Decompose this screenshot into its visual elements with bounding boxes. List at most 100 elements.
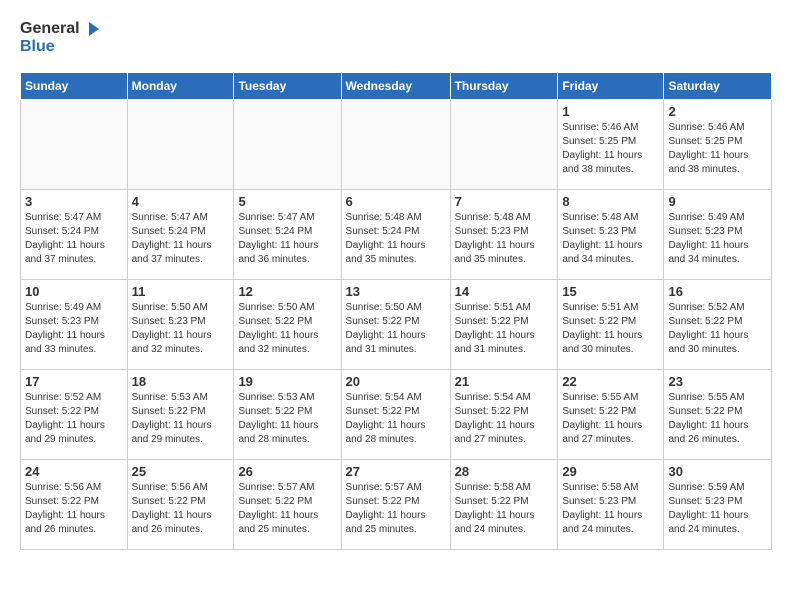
day-number: 1 — [562, 104, 659, 119]
day-info: Sunrise: 5:46 AM Sunset: 5:25 PM Dayligh… — [562, 121, 659, 177]
day-info: Sunrise: 5:50 AM Sunset: 5:23 PM Dayligh… — [132, 301, 230, 357]
day-number: 15 — [562, 284, 659, 299]
calendar-cell: 17Sunrise: 5:52 AM Sunset: 5:22 PM Dayli… — [21, 369, 128, 459]
calendar-cell: 13 Sunrise: 5:50 AM Sunset: 5:22 PM Dayli… — [341, 279, 450, 369]
logo-blue: Blue — [20, 38, 55, 56]
day-info: Sunrise: 5:51 AM Sunset: 5:22 PM Dayligh… — [562, 301, 659, 357]
day-info: Sunrise: 5:58 AM Sunset: 5:22 PM Dayligh… — [455, 481, 554, 537]
calendar-cell: 29 Sunrise: 5:58 AM Sunset: 5:23 PM Dayli… — [558, 459, 664, 549]
day-number: 6 — [346, 194, 446, 209]
calendar-cell: 26 Sunrise: 5:57 AM Sunset: 5:22 PM Dayli… — [234, 459, 341, 549]
logo-arrow-icon — [83, 20, 101, 38]
day-number: 23 — [668, 374, 767, 389]
calendar-cell — [450, 99, 558, 189]
day-info: Sunrise: 5:49 AM Sunset: 5:23 PM Dayligh… — [668, 211, 767, 267]
day-info: Sunrise: 5:48 AM Sunset: 5:24 PM Dayligh… — [346, 211, 446, 267]
day-number: 10 — [25, 284, 123, 299]
day-info: Sunrise: 5:46 AM Sunset: 5:25 PM Dayligh… — [668, 121, 767, 177]
weekday-header-monday: Monday — [127, 72, 234, 99]
day-info: Sunrise: 5:55 AM Sunset: 5:22 PM Dayligh… — [668, 391, 767, 447]
day-info: Sunrise: 5:47 AM Sunset: 5:24 PM Dayligh… — [132, 211, 230, 267]
day-number: 13 — [346, 284, 446, 299]
day-number: 3 — [25, 194, 123, 209]
day-number: 18 — [132, 374, 230, 389]
calendar-cell: 2 Sunrise: 5:46 AM Sunset: 5:25 PM Daylig… — [664, 99, 772, 189]
day-info: Sunrise: 5:54 AM Sunset: 5:22 PM Dayligh… — [455, 391, 554, 447]
day-info: Sunrise: 5:50 AM Sunset: 5:22 PM Dayligh… — [346, 301, 446, 357]
day-info: Sunrise: 5:51 AM Sunset: 5:22 PM Dayligh… — [455, 301, 554, 357]
day-number: 22 — [562, 374, 659, 389]
calendar-cell: 11 Sunrise: 5:50 AM Sunset: 5:23 PM Dayli… — [127, 279, 234, 369]
weekday-header-sunday: Sunday — [21, 72, 128, 99]
calendar-cell: 16Sunrise: 5:52 AM Sunset: 5:22 PM Dayli… — [664, 279, 772, 369]
calendar-cell: 18 Sunrise: 5:53 AM Sunset: 5:22 PM Dayli… — [127, 369, 234, 459]
day-info: Sunrise: 5:50 AM Sunset: 5:22 PM Dayligh… — [238, 301, 336, 357]
weekday-header-friday: Friday — [558, 72, 664, 99]
weekday-header-row: SundayMondayTuesdayWednesdayThursdayFrid… — [21, 72, 772, 99]
weekday-header-wednesday: Wednesday — [341, 72, 450, 99]
logo-general: General — [20, 20, 80, 38]
calendar-cell: 22 Sunrise: 5:55 AM Sunset: 5:22 PM Dayli… — [558, 369, 664, 459]
day-info: Sunrise: 5:53 AM Sunset: 5:22 PM Dayligh… — [132, 391, 230, 447]
day-number: 12 — [238, 284, 336, 299]
calendar-cell: 28Sunrise: 5:58 AM Sunset: 5:22 PM Dayli… — [450, 459, 558, 549]
day-number: 7 — [455, 194, 554, 209]
day-number: 21 — [455, 374, 554, 389]
day-number: 14 — [455, 284, 554, 299]
day-number: 11 — [132, 284, 230, 299]
day-number: 30 — [668, 464, 767, 479]
calendar-cell: 14 Sunrise: 5:51 AM Sunset: 5:22 PM Dayli… — [450, 279, 558, 369]
calendar-cell: 19 Sunrise: 5:53 AM Sunset: 5:22 PM Dayli… — [234, 369, 341, 459]
day-number: 2 — [668, 104, 767, 119]
day-number: 20 — [346, 374, 446, 389]
day-info: Sunrise: 5:55 AM Sunset: 5:22 PM Dayligh… — [562, 391, 659, 447]
calendar-table: SundayMondayTuesdayWednesdayThursdayFrid… — [20, 72, 772, 550]
calendar-cell: 21 Sunrise: 5:54 AM Sunset: 5:22 PM Dayli… — [450, 369, 558, 459]
day-number: 19 — [238, 374, 336, 389]
calendar-cell: 3Sunrise: 5:47 AM Sunset: 5:24 PM Daylig… — [21, 189, 128, 279]
calendar-cell — [127, 99, 234, 189]
calendar-cell: 5 Sunrise: 5:47 AM Sunset: 5:24 PM Daylig… — [234, 189, 341, 279]
day-info: Sunrise: 5:57 AM Sunset: 5:22 PM Dayligh… — [346, 481, 446, 537]
calendar-cell — [21, 99, 128, 189]
week-row-2: 3 Sunrise: 5:47 AM Sunset: 5:24 PM Daylig… — [21, 189, 772, 279]
weekday-header-tuesday: Tuesday — [234, 72, 341, 99]
day-info: Sunrise: 5:47 AM Sunset: 5:24 PM Dayligh… — [238, 211, 336, 267]
calendar-cell: 25Sunrise: 5:56 AM Sunset: 5:22 PM Dayli… — [127, 459, 234, 549]
header: GeneralBlue — [20, 20, 772, 56]
week-row-5: 24Sunrise: 5:56 AM Sunset: 5:22 PM Dayli… — [21, 459, 772, 549]
calendar-cell: 23 Sunrise: 5:55 AM Sunset: 5:22 PM Dayli… — [664, 369, 772, 459]
calendar-cell: 7Sunrise: 5:48 AM Sunset: 5:23 PM Daylig… — [450, 189, 558, 279]
week-row-4: 17Sunrise: 5:52 AM Sunset: 5:22 PM Dayli… — [21, 369, 772, 459]
calendar-cell: 10 Sunrise: 5:49 AM Sunset: 5:23 PM Dayli… — [21, 279, 128, 369]
calendar-cell: 4 Sunrise: 5:47 AM Sunset: 5:24 PM Daylig… — [127, 189, 234, 279]
day-info: Sunrise: 5:53 AM Sunset: 5:22 PM Dayligh… — [238, 391, 336, 447]
day-number: 25 — [132, 464, 230, 479]
calendar-cell — [234, 99, 341, 189]
day-info: Sunrise: 5:58 AM Sunset: 5:23 PM Dayligh… — [562, 481, 659, 537]
day-info: Sunrise: 5:59 AM Sunset: 5:23 PM Dayligh… — [668, 481, 767, 537]
weekday-header-saturday: Saturday — [664, 72, 772, 99]
calendar-cell: 27Sunrise: 5:57 AM Sunset: 5:22 PM Dayli… — [341, 459, 450, 549]
day-number: 26 — [238, 464, 336, 479]
day-number: 29 — [562, 464, 659, 479]
calendar-cell: 1 Sunrise: 5:46 AM Sunset: 5:25 PM Daylig… — [558, 99, 664, 189]
calendar-cell: 20Sunrise: 5:54 AM Sunset: 5:22 PM Dayli… — [341, 369, 450, 459]
calendar-cell: 9 Sunrise: 5:49 AM Sunset: 5:23 PM Daylig… — [664, 189, 772, 279]
day-info: Sunrise: 5:57 AM Sunset: 5:22 PM Dayligh… — [238, 481, 336, 537]
calendar-cell: 24Sunrise: 5:56 AM Sunset: 5:22 PM Dayli… — [21, 459, 128, 549]
day-number: 5 — [238, 194, 336, 209]
calendar-cell: 12 Sunrise: 5:50 AM Sunset: 5:22 PM Dayli… — [234, 279, 341, 369]
day-number: 4 — [132, 194, 230, 209]
calendar-cell: 8Sunrise: 5:48 AM Sunset: 5:23 PM Daylig… — [558, 189, 664, 279]
day-info: Sunrise: 5:49 AM Sunset: 5:23 PM Dayligh… — [25, 301, 123, 357]
day-info: Sunrise: 5:56 AM Sunset: 5:22 PM Dayligh… — [25, 481, 123, 537]
day-number: 16 — [668, 284, 767, 299]
logo: GeneralBlue — [20, 20, 101, 56]
week-row-3: 10 Sunrise: 5:49 AM Sunset: 5:23 PM Dayli… — [21, 279, 772, 369]
calendar-cell: 6 Sunrise: 5:48 AM Sunset: 5:24 PM Daylig… — [341, 189, 450, 279]
day-info: Sunrise: 5:48 AM Sunset: 5:23 PM Dayligh… — [562, 211, 659, 267]
day-number: 9 — [668, 194, 767, 209]
calendar-cell — [341, 99, 450, 189]
day-info: Sunrise: 5:52 AM Sunset: 5:22 PM Dayligh… — [25, 391, 123, 447]
